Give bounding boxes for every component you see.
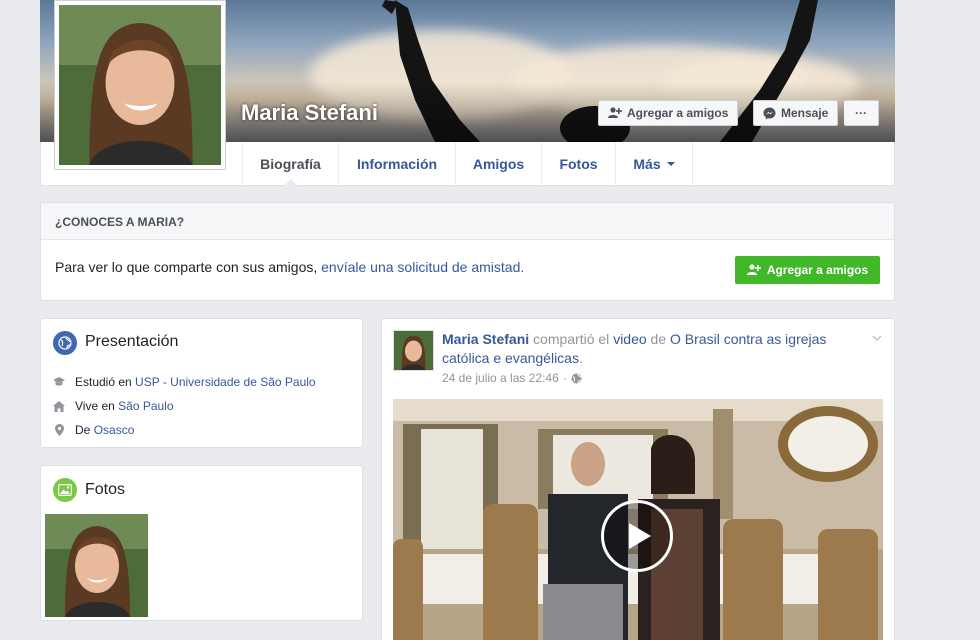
tab-biografia[interactable]: Biografía — [242, 142, 338, 186]
profile-photo-image — [59, 5, 221, 165]
play-icon — [629, 523, 651, 549]
post-meta: 24 de julio a las 22:46 · — [442, 371, 582, 385]
globe-icon — [53, 331, 77, 355]
tab-fotos[interactable]: Fotos — [541, 142, 615, 185]
graduation-cap-icon — [53, 376, 65, 388]
know-heading: ¿CONOCES A MARIA? — [41, 203, 894, 240]
post-action-text: compartió el — [529, 331, 614, 347]
post-timestamp[interactable]: 24 de julio a las 22:46 — [442, 371, 559, 385]
add-friend-label: Agregar a amigos — [627, 106, 729, 120]
intro-study-row: Estudió en USP - Universidade de São Pau… — [53, 375, 316, 389]
tab-mas-label: Más — [633, 155, 661, 172]
intro-lives-prefix: Vive en — [75, 399, 119, 413]
intro-lives-row: Vive en São Paulo — [53, 399, 174, 413]
message-button[interactable]: Mensaje — [753, 100, 839, 126]
post-card: Maria Stefani compartió el video de O Br… — [381, 318, 895, 640]
caret-down-icon — [666, 161, 675, 170]
chevron-down-icon[interactable] — [872, 333, 882, 343]
post-period: . — [578, 350, 583, 366]
know-person-box: ¿CONOCES A MARIA? Para ver lo que compar… — [40, 202, 895, 301]
post-author-avatar[interactable] — [393, 330, 434, 371]
more-icon: ··· — [855, 106, 867, 120]
messenger-icon — [763, 107, 776, 119]
post-of-text: de — [646, 331, 671, 347]
photo-icon — [53, 478, 77, 502]
add-friend-green-label: Agregar a amigos — [766, 263, 869, 277]
location-pin-icon — [53, 424, 65, 436]
school-link[interactable]: USP - Universidade de São Paulo — [135, 375, 316, 389]
know-text-prefix: Para ver lo que comparte con sus amigos, — [55, 259, 322, 275]
video-link[interactable]: video — [613, 331, 646, 347]
home-icon — [53, 400, 65, 412]
add-friend-icon — [746, 264, 761, 275]
meta-separator: · — [562, 371, 567, 385]
post-header: Maria Stefani compartió el video de O Br… — [442, 330, 862, 368]
intro-card: Presentación Estudió en USP - Universida… — [40, 318, 363, 448]
intro-from-prefix: De — [75, 423, 94, 437]
tab-informacion[interactable]: Información — [338, 142, 455, 185]
photos-card: Fotos — [40, 465, 363, 621]
profile-picture[interactable] — [54, 0, 226, 170]
add-friend-button[interactable]: Agregar a amigos — [598, 100, 739, 126]
post-author-name[interactable]: Maria Stefani — [442, 331, 529, 347]
tab-mas[interactable]: Más — [615, 142, 693, 185]
send-request-link[interactable]: envíale una solicitud de amistad. — [321, 259, 524, 275]
intro-from-row: De Osasco — [53, 423, 134, 437]
add-friend-icon — [608, 107, 622, 118]
know-text: Para ver lo que comparte con sus amigos,… — [55, 259, 524, 275]
photo-thumbnail[interactable] — [45, 514, 148, 617]
video-player[interactable] — [393, 399, 883, 640]
intro-title: Presentación — [85, 333, 179, 350]
hometown-link[interactable]: Osasco — [94, 423, 135, 437]
profile-name[interactable]: Maria Stefani — [241, 100, 378, 126]
play-button[interactable] — [601, 500, 673, 572]
photos-title: Fotos — [85, 481, 126, 498]
city-link[interactable]: São Paulo — [118, 399, 173, 413]
message-label: Mensaje — [781, 106, 829, 120]
more-options-button[interactable]: ··· — [844, 100, 879, 126]
add-friend-green-button[interactable]: Agregar a amigos — [735, 256, 880, 284]
tab-amigos[interactable]: Amigos — [455, 142, 541, 185]
globe-icon[interactable] — [571, 373, 582, 384]
intro-study-prefix: Estudió en — [75, 375, 136, 389]
